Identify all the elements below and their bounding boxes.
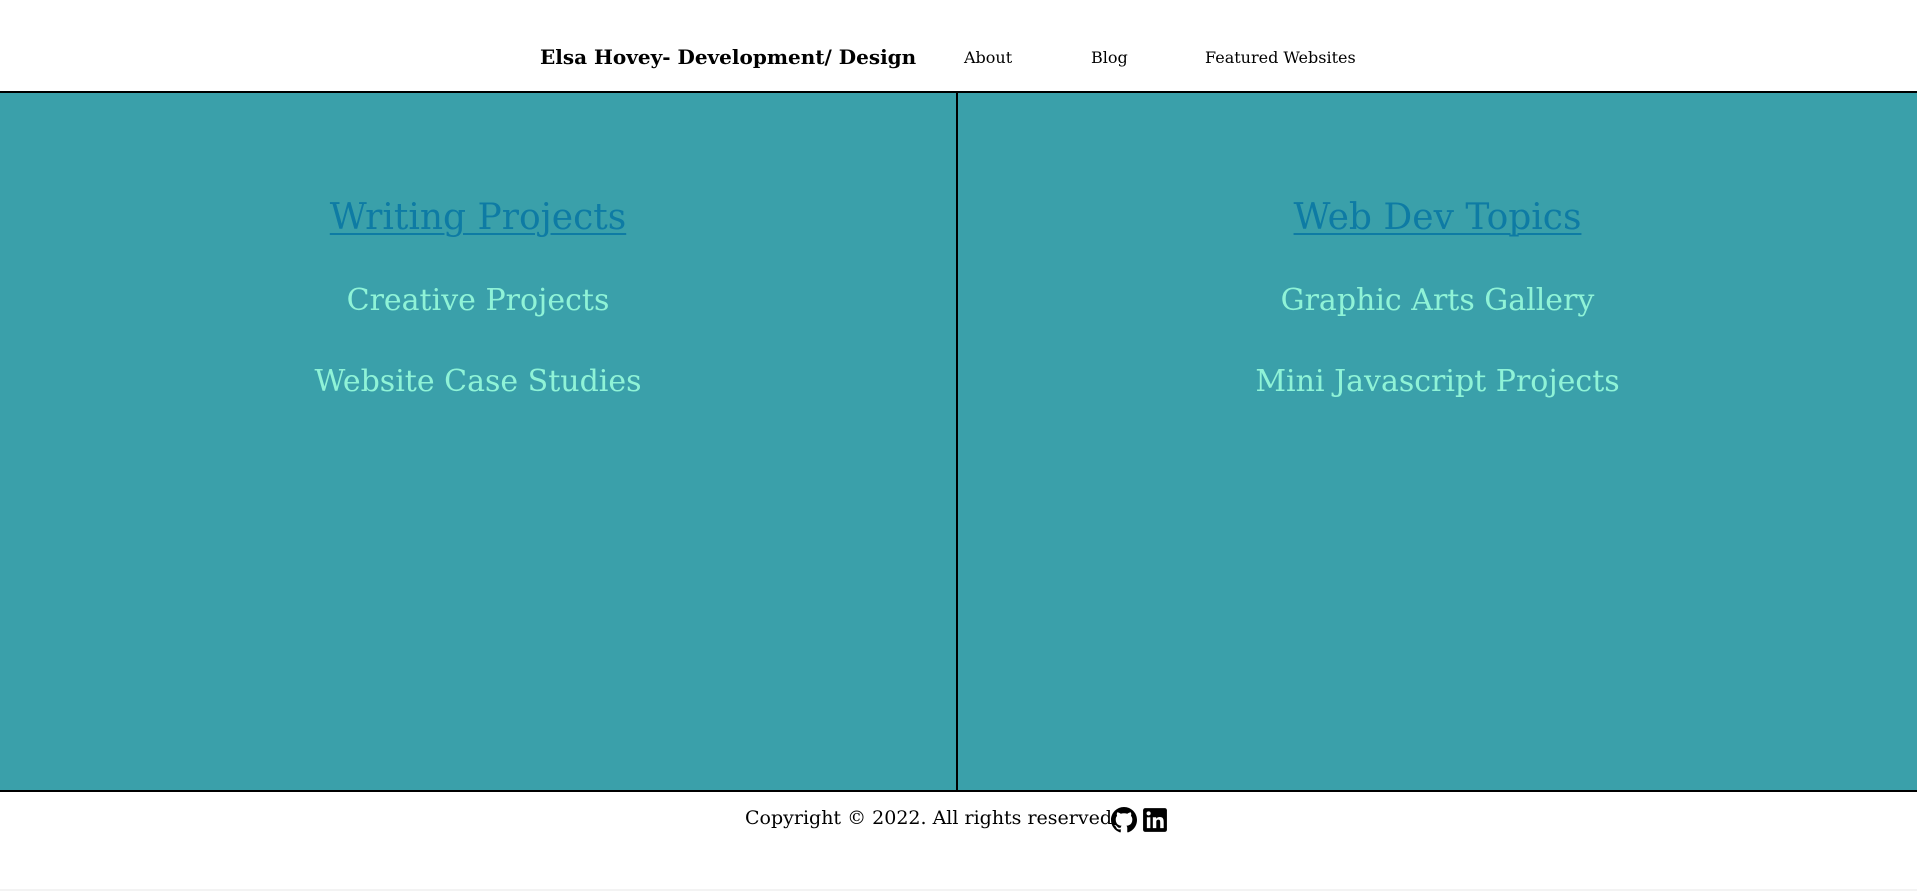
writing-projects-heading: Writing Projects: [0, 196, 956, 240]
site-footer: Copyright © 2022. All rights reserved.: [0, 792, 1917, 891]
nav-link-featured-websites[interactable]: Featured Websites: [1205, 48, 1356, 67]
nav-link-blog[interactable]: Blog: [1091, 48, 1128, 67]
github-icon[interactable]: [1111, 807, 1137, 833]
linkedin-icon[interactable]: [1142, 807, 1168, 833]
web-dev-topics-link[interactable]: Web Dev Topics: [1294, 197, 1582, 238]
page: Elsa Hovey- Development/ Design About Bl…: [0, 0, 1917, 891]
mini-javascript-projects-link[interactable]: Mini Javascript Projects: [958, 363, 1917, 401]
writing-projects-panel: Writing Projects Creative Projects Websi…: [0, 93, 956, 790]
main-content: Writing Projects Creative Projects Websi…: [0, 93, 1917, 790]
copyright-text: Copyright © 2022. All rights reserved.: [745, 807, 1119, 829]
website-case-studies-link[interactable]: Website Case Studies: [0, 363, 956, 401]
writing-projects-link[interactable]: Writing Projects: [330, 197, 626, 238]
nav-link-about[interactable]: About: [964, 48, 1012, 67]
creative-projects-link[interactable]: Creative Projects: [0, 282, 956, 320]
site-brand[interactable]: Elsa Hovey- Development/ Design: [540, 45, 916, 69]
graphic-arts-gallery-link[interactable]: Graphic Arts Gallery: [958, 282, 1917, 320]
site-header: Elsa Hovey- Development/ Design About Bl…: [0, 0, 1917, 91]
web-dev-topics-panel: Web Dev Topics Graphic Arts Gallery Mini…: [958, 93, 1917, 790]
web-dev-topics-heading: Web Dev Topics: [958, 196, 1917, 240]
